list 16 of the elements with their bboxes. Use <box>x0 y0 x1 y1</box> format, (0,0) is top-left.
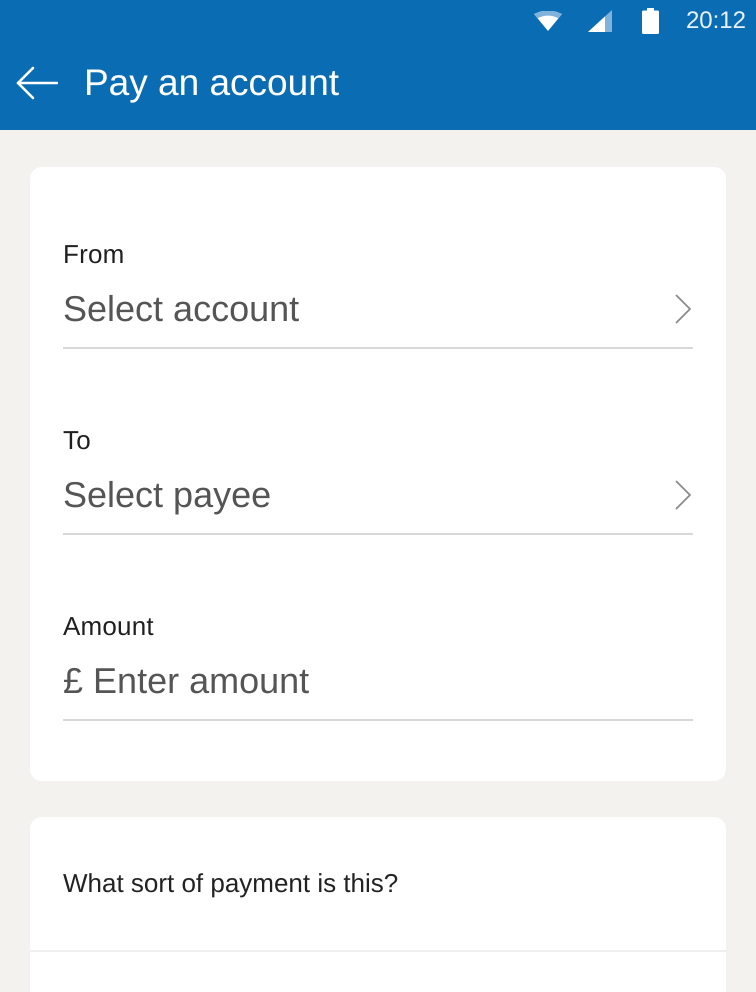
back-button[interactable] <box>16 66 58 100</box>
chevron-right-icon <box>675 294 691 324</box>
signal-icon <box>588 10 612 32</box>
field-label: To <box>63 425 91 455</box>
field-label: Amount <box>63 611 154 641</box>
status-time: 20:12 <box>686 7 746 35</box>
select-field[interactable]: Select account <box>63 287 693 349</box>
select-field[interactable]: Select payee <box>63 473 693 535</box>
field-label: From <box>63 239 124 269</box>
screen-title: Pay an account <box>84 61 340 105</box>
amount-input[interactable]: Enter amount <box>93 659 693 703</box>
battery-icon <box>642 8 659 34</box>
wifi-icon <box>534 11 562 31</box>
chevron-right-icon <box>675 480 691 510</box>
payment-type-question: What sort of payment is this? <box>63 868 398 898</box>
currency-symbol: £ <box>63 659 84 703</box>
